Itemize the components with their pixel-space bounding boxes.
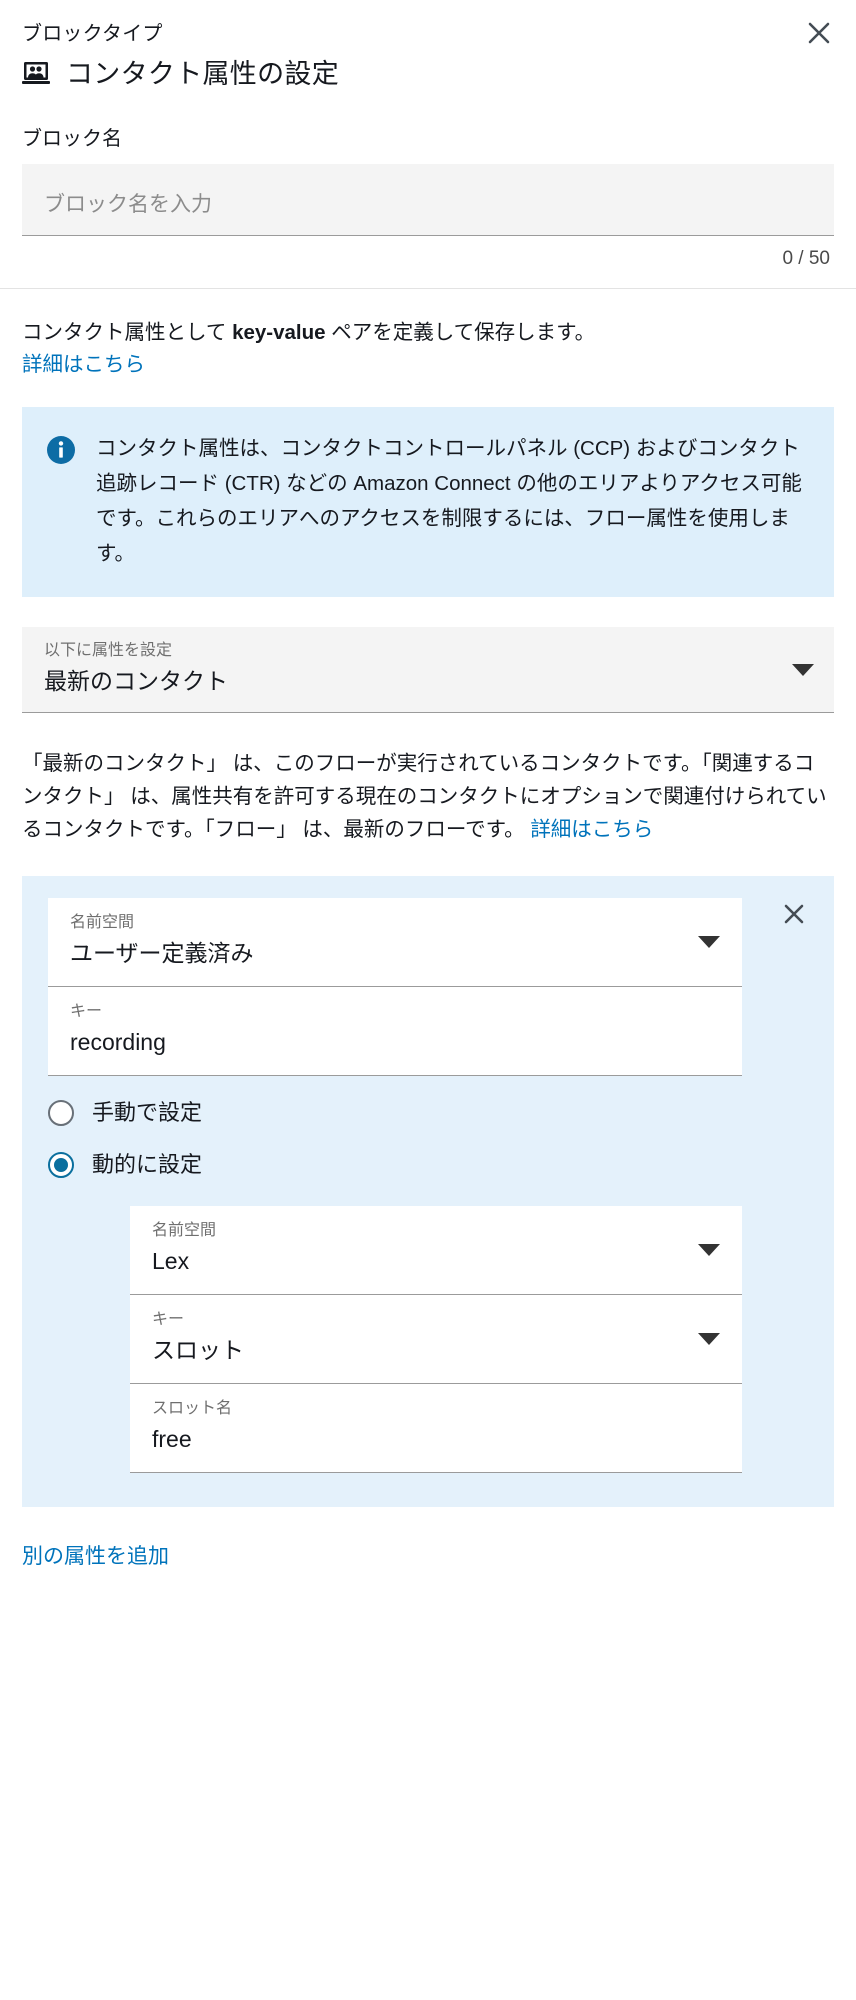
dynamic-namespace-select[interactable]: 名前空間 Lex — [130, 1206, 742, 1295]
info-alert: コンタクト属性は、コンタクトコントロールパネル (CCP) およびコンタクト追跡… — [22, 407, 834, 597]
explanation-learn-more-link[interactable]: 詳細はこちら — [530, 818, 653, 841]
chevron-down-icon — [792, 663, 814, 676]
radio-unchecked-icon — [48, 1100, 74, 1126]
set-attributes-on-label: 以下に属性を設定 — [44, 642, 173, 659]
radio-checked-icon — [48, 1152, 74, 1178]
set-attributes-on-value: 最新のコンタクト — [44, 668, 228, 694]
description-section: コンタクト属性として key-value ペアを定義して保存します。 詳細はこち… — [0, 317, 856, 381]
attribute-card: 名前空間 ユーザー定義済み キー recording — [48, 898, 742, 1076]
radio-set-dynamically[interactable]: 動的に設定 — [48, 1150, 812, 1180]
dynamic-key-select[interactable]: キー スロット — [130, 1295, 742, 1384]
radio-set-dynamically-label: 動的に設定 — [92, 1152, 203, 1177]
block-name-section: ブロック名 0 / 50 — [0, 126, 856, 270]
close-icon[interactable] — [800, 14, 838, 52]
radio-set-manually[interactable]: 手動で設定 — [48, 1098, 812, 1128]
dynamic-slot-name-value: free — [152, 1426, 192, 1452]
set-attributes-on-select[interactable]: 以下に属性を設定 最新のコンタクト — [22, 627, 834, 713]
contact-attributes-config-panel: ブロックタイプ コンタクト属性の設定 ブロック名 ブロック名を入力 0 / 50… — [0, 0, 856, 2000]
attribute-key-label: キー — [70, 1003, 103, 1020]
panel-title-row: コンタクト属性の設定 — [22, 56, 834, 92]
attribute-key-value: recording — [70, 1029, 166, 1055]
attribute-namespace-value: ユーザー定義済み — [70, 940, 254, 966]
explanation-body: 「最新のコンタクト」 は、このフローが実行されているコンタクトです。「関連するコ… — [22, 752, 827, 841]
page-title: コンタクト属性の設定 — [66, 59, 339, 89]
dynamic-value-section: 名前空間 Lex キー スロット スロット名 free — [48, 1206, 812, 1473]
dynamic-namespace-label: 名前空間 — [152, 1222, 217, 1239]
attribute-entry-panel: 名前空間 ユーザー定義済み キー recording 手動で設定 動的に設定 名… — [22, 876, 834, 1507]
block-name-label: ブロック名 — [22, 128, 122, 150]
dynamic-slot-name-input[interactable]: スロット名 free — [130, 1384, 742, 1473]
add-another-attribute-link[interactable]: 別の属性を追加 — [22, 1545, 169, 1568]
block-type-label: ブロックタイプ — [22, 23, 163, 45]
description-text: コンタクト属性として key-value ペアを定義して保存します。 詳細はこち… — [22, 317, 834, 381]
dynamic-key-value: スロット — [152, 1337, 244, 1363]
dynamic-value-card: 名前空間 Lex キー スロット スロット名 free — [130, 1206, 742, 1473]
footer-section: 別の属性を追加 — [0, 1543, 856, 1571]
block-name-input[interactable] — [22, 164, 834, 236]
dynamic-namespace-value: Lex — [152, 1248, 190, 1274]
attribute-namespace-label: 名前空間 — [70, 914, 135, 931]
radio-set-manually-label: 手動で設定 — [92, 1100, 203, 1125]
info-icon — [46, 435, 76, 571]
header-divider — [0, 288, 856, 289]
description-learn-more-link[interactable]: 詳細はこちら — [22, 353, 145, 376]
description-bold: key-value — [232, 321, 326, 344]
dynamic-slot-name-label: スロット名 — [152, 1400, 233, 1417]
attribute-key-input[interactable]: キー recording — [48, 987, 742, 1076]
info-alert-text: コンタクト属性は、コンタクトコントロールパネル (CCP) およびコンタクト追跡… — [96, 437, 802, 565]
description-start: コンタクト属性として — [22, 321, 233, 344]
chevron-down-icon — [698, 1244, 720, 1256]
contact-attributes-icon — [22, 61, 52, 87]
description-end: ペアを定義して保存します。 — [325, 321, 596, 344]
explanation-text: 「最新のコンタクト」 は、このフローが実行されているコンタクトです。「関連するコ… — [0, 747, 856, 846]
chevron-down-icon — [698, 1333, 720, 1345]
remove-attribute-close-icon[interactable] — [776, 896, 812, 932]
chevron-down-icon — [698, 936, 720, 948]
attribute-namespace-select[interactable]: 名前空間 ユーザー定義済み — [48, 898, 742, 987]
dynamic-key-label: キー — [152, 1311, 185, 1328]
block-name-char-counter: 0 / 50 — [782, 248, 830, 269]
panel-header: ブロックタイプ コンタクト属性の設定 — [0, 0, 856, 92]
